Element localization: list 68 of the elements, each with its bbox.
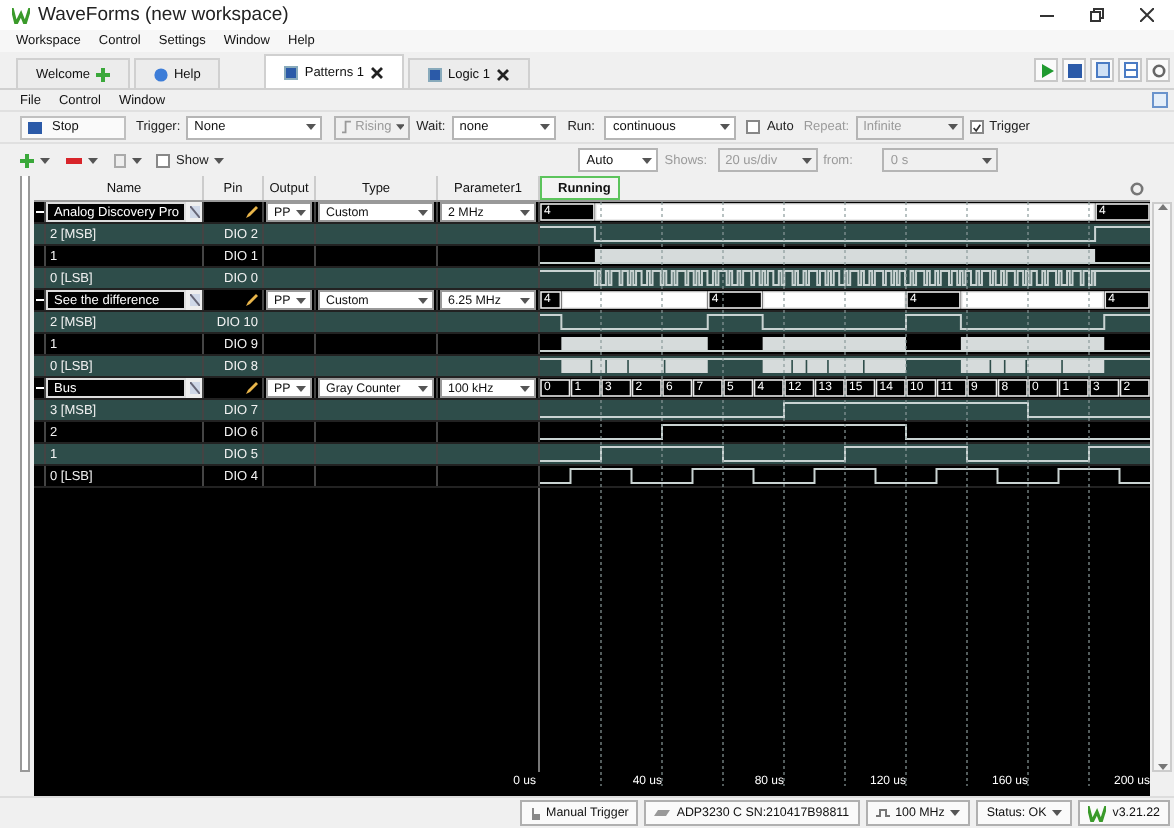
caret-icon (296, 297, 306, 303)
play-icon (1039, 63, 1053, 77)
pencil-icon[interactable] (246, 294, 258, 306)
caret-icon (296, 385, 306, 391)
caret-icon (418, 297, 428, 303)
caret-icon (642, 157, 653, 163)
caret-icon (950, 810, 961, 816)
caret-icon (418, 209, 428, 215)
logo-icon (1088, 805, 1107, 821)
close-icon[interactable] (1140, 8, 1154, 22)
restore-icon[interactable] (1090, 8, 1104, 22)
caret-icon (1052, 810, 1063, 816)
scrollbar[interactable] (1152, 202, 1172, 772)
file-icon[interactable] (189, 294, 199, 306)
caret-icon (132, 157, 142, 163)
collapse-icon[interactable] (35, 384, 43, 392)
scroll-down-icon[interactable] (1157, 764, 1167, 770)
collapse-icon[interactable] (35, 208, 43, 216)
document-button[interactable] (1090, 58, 1114, 82)
caret-icon (395, 124, 405, 130)
caret-icon (88, 157, 98, 163)
stop-icon (1067, 63, 1081, 77)
split-button[interactable] (1118, 58, 1142, 82)
hand-icon (530, 806, 541, 820)
document-icon (1095, 62, 1109, 78)
pencil-icon[interactable] (246, 206, 258, 218)
remove-icon[interactable] (66, 157, 82, 163)
caret-icon (214, 157, 225, 163)
close-icon[interactable] (495, 67, 510, 81)
collapse-icon[interactable] (35, 296, 43, 304)
close-icon[interactable] (370, 65, 384, 79)
panel-icon[interactable] (1152, 92, 1168, 108)
settings-icon[interactable] (1130, 181, 1144, 195)
settings-icon (1151, 63, 1165, 77)
stop-button[interactable] (1062, 58, 1086, 82)
settings-button[interactable] (1146, 58, 1170, 82)
stop-icon (28, 121, 42, 133)
square-icon (428, 67, 442, 81)
file-icon[interactable] (189, 382, 199, 394)
caret-icon (801, 157, 812, 163)
rising-edge-icon (342, 120, 352, 134)
caret-icon (982, 157, 993, 163)
caret-icon (418, 385, 428, 391)
caret-icon (520, 385, 530, 391)
scroll-up-icon[interactable] (1157, 204, 1167, 210)
split-icon (1123, 62, 1137, 78)
checkbox[interactable] (156, 153, 170, 167)
pencil-icon[interactable] (246, 382, 258, 394)
caret-icon (720, 124, 731, 130)
caret-icon (306, 124, 317, 130)
checkbox[interactable] (969, 120, 984, 134)
add-icon[interactable] (20, 153, 34, 167)
caret-icon (296, 209, 306, 215)
window-title: WaveForms (new workspace) (38, 4, 289, 26)
caret-icon (539, 124, 550, 130)
caret-icon (520, 209, 530, 215)
device-icon (654, 809, 671, 817)
file-icon[interactable] (189, 206, 199, 218)
caret-icon (40, 157, 50, 163)
play-button[interactable] (1034, 58, 1058, 82)
plus-icon[interactable] (95, 67, 110, 81)
square-icon (284, 65, 299, 79)
caret-icon (520, 297, 530, 303)
help-icon (153, 67, 168, 81)
caret-icon (947, 124, 958, 130)
checkbox[interactable] (746, 120, 761, 134)
clock-icon (875, 808, 890, 818)
logo-icon (12, 7, 30, 23)
